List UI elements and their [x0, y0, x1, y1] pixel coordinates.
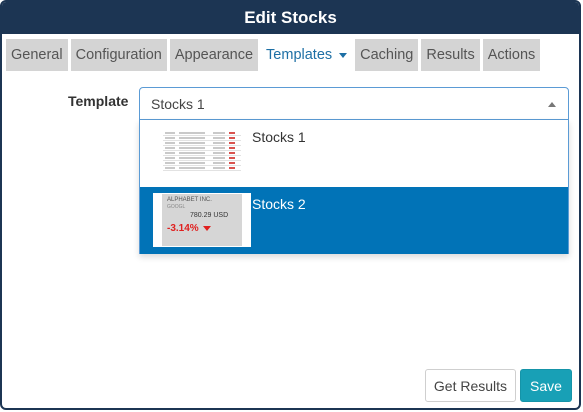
tab-general[interactable]: General — [6, 39, 68, 71]
tab-label: Caching — [360, 47, 414, 63]
caret-up-icon — [548, 102, 556, 107]
tab-label: Appearance — [174, 47, 254, 63]
stocks-1-thumbnail — [153, 126, 251, 180]
template-dropdown: Stocks 1 ALPHABET INC. GOOGL 780.29 USD … — [139, 120, 569, 254]
thumb-change: -3.14% — [167, 223, 211, 234]
tab-results[interactable]: Results — [421, 39, 480, 71]
tab-label: General — [11, 47, 63, 63]
tab-templates[interactable]: Templates — [261, 39, 353, 71]
option-label: Stocks 1 — [252, 129, 306, 145]
thumb-price: 780.29 USD — [190, 212, 229, 219]
template-option-stocks-2[interactable]: ALPHABET INC. GOOGL 780.29 USD -3.14% St… — [140, 187, 568, 254]
edit-stocks-dialog: Edit Stocks General Configuration Appear… — [0, 0, 581, 410]
thumb-symbol: GOOGL — [167, 204, 186, 210]
tab-label: Results — [426, 47, 475, 63]
tab-appearance[interactable]: Appearance — [169, 39, 259, 71]
stocks-2-thumbnail: ALPHABET INC. GOOGL 780.29 USD -3.14% — [153, 193, 251, 247]
option-label: Stocks 2 — [252, 196, 306, 212]
down-arrow-icon — [202, 225, 211, 231]
tab-label: Templates — [266, 47, 333, 63]
get-results-button[interactable]: Get Results — [425, 369, 516, 402]
tab-actions[interactable]: Actions — [482, 39, 541, 71]
save-button[interactable]: Save — [520, 369, 572, 402]
caret-down-icon — [339, 52, 348, 58]
thumb-company: ALPHABET INC. — [167, 197, 212, 203]
template-select-value: Stocks 1 — [151, 95, 205, 112]
tab-label: Configuration — [75, 47, 162, 63]
tab-caching[interactable]: Caching — [355, 39, 419, 71]
template-option-stocks-1[interactable]: Stocks 1 — [140, 120, 568, 187]
tab-configuration[interactable]: Configuration — [70, 39, 167, 71]
template-select[interactable]: Stocks 1 — [139, 87, 569, 120]
template-label: Template — [68, 93, 129, 109]
tab-bar: General Configuration Appearance Templat… — [6, 39, 541, 71]
dialog-title: Edit Stocks — [2, 2, 579, 34]
tab-label: Actions — [487, 47, 536, 63]
